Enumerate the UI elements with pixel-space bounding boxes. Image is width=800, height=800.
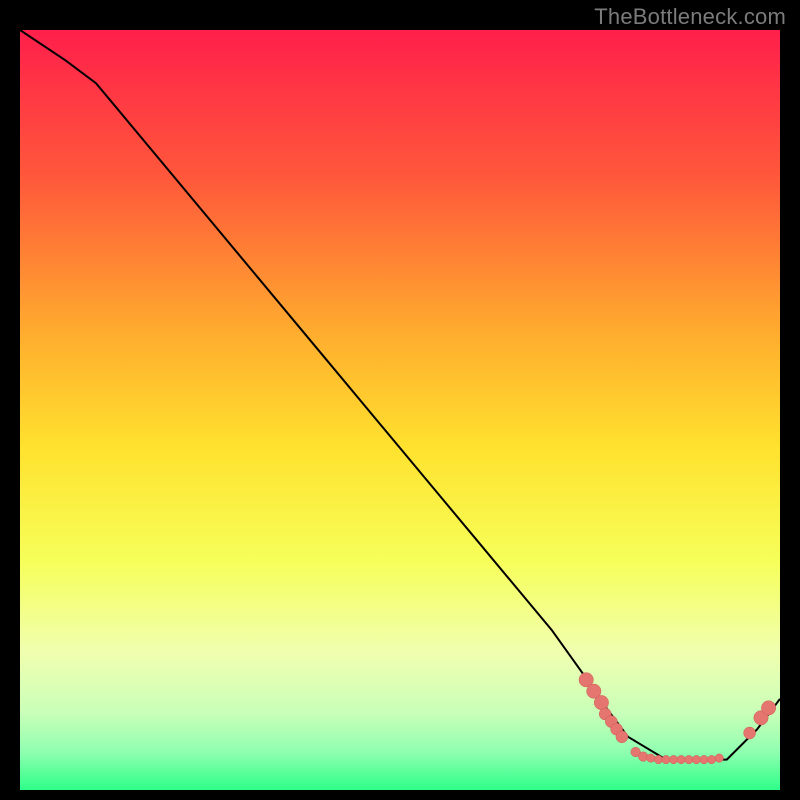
data-marker xyxy=(594,695,608,709)
data-marker xyxy=(654,755,662,763)
data-marker xyxy=(707,755,715,763)
data-marker xyxy=(638,752,648,762)
watermark-text: TheBottleneck.com xyxy=(594,4,786,30)
data-marker xyxy=(761,701,775,715)
data-marker xyxy=(669,755,677,763)
data-marker xyxy=(744,727,756,739)
chart-svg xyxy=(20,30,780,790)
chart-container: TheBottleneck.com xyxy=(0,0,800,800)
data-marker xyxy=(692,755,700,763)
plot-area xyxy=(20,30,780,790)
data-marker xyxy=(662,755,670,763)
data-marker xyxy=(677,755,685,763)
data-marker xyxy=(700,755,708,763)
gradient-background xyxy=(20,30,780,790)
data-marker xyxy=(685,755,693,763)
data-marker xyxy=(616,731,628,743)
data-marker xyxy=(647,754,655,762)
data-marker xyxy=(715,754,723,762)
